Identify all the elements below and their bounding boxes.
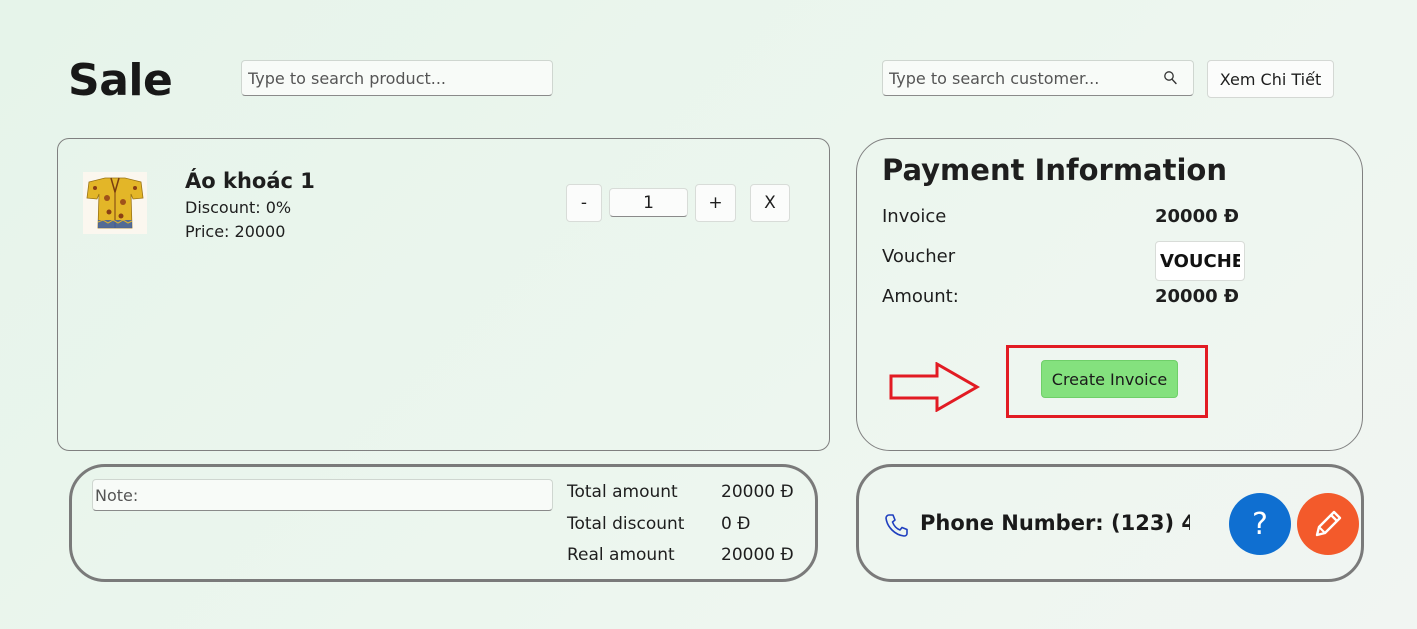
- voucher-input[interactable]: [1155, 241, 1245, 281]
- real-amount-value: 20000 Đ: [721, 545, 794, 565]
- payment-title: Payment Information: [882, 153, 1227, 187]
- real-amount-label: Real amount: [567, 545, 675, 565]
- remove-item-button[interactable]: X: [750, 184, 790, 222]
- amount-label: Amount:: [882, 286, 959, 307]
- pencil-icon: [1315, 510, 1342, 537]
- create-invoice-button[interactable]: Create Invoice: [1041, 360, 1178, 398]
- product-search-input[interactable]: [241, 60, 553, 96]
- plus-label: +: [708, 193, 723, 213]
- view-details-label: Xem Chi Tiết: [1219, 69, 1322, 89]
- minus-label: -: [580, 193, 588, 213]
- invoice-value: 20000 Đ: [1155, 206, 1239, 227]
- phone-number: Phone Number: (123) 456: [920, 511, 1190, 535]
- edit-button[interactable]: [1297, 493, 1359, 555]
- product-price: Price: 20000: [185, 222, 286, 241]
- total-discount-value: 0 Đ: [721, 514, 751, 534]
- view-details-button[interactable]: Xem Chi Tiết: [1207, 60, 1334, 98]
- page-title: Sale: [68, 55, 173, 106]
- decrease-quantity-button[interactable]: -: [566, 184, 602, 222]
- remove-label: X: [764, 193, 776, 213]
- amount-value: 20000 Đ: [1155, 286, 1239, 307]
- product-name: Áo khoác 1: [185, 169, 315, 193]
- help-label: ?: [1252, 506, 1268, 542]
- customer-search-input[interactable]: [882, 60, 1194, 96]
- phone-icon: [885, 514, 908, 537]
- total-amount-value: 20000 Đ: [721, 482, 794, 502]
- invoice-label: Invoice: [882, 206, 947, 227]
- note-input[interactable]: [92, 479, 553, 511]
- create-invoice-label: Create Invoice: [1051, 369, 1168, 389]
- product-discount: Discount: 0%: [185, 198, 292, 217]
- quantity-input[interactable]: [609, 188, 688, 217]
- total-discount-label: Total discount: [567, 514, 685, 534]
- voucher-label: Voucher: [882, 246, 956, 267]
- search-icon[interactable]: [1163, 70, 1177, 86]
- arrow-right-icon: [889, 362, 981, 412]
- increase-quantity-button[interactable]: +: [695, 184, 736, 222]
- total-amount-label: Total amount: [567, 482, 678, 502]
- product-image: [83, 172, 147, 234]
- help-button[interactable]: ?: [1229, 493, 1291, 555]
